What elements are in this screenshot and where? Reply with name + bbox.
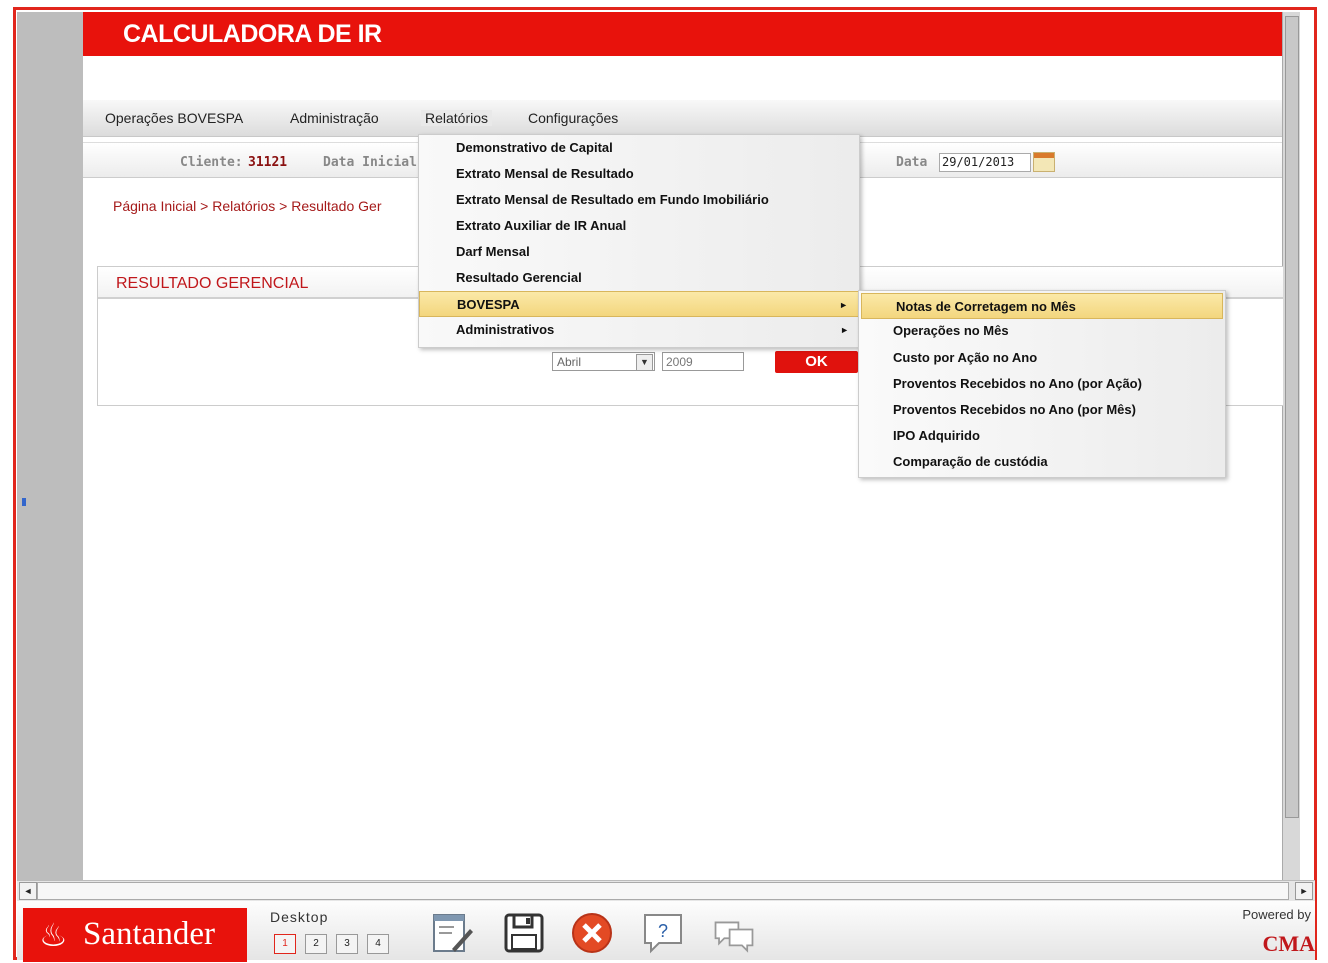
month-value: Abril bbox=[557, 355, 582, 369]
menu-administracao[interactable]: Administração bbox=[290, 110, 379, 126]
submenu-item-operacoes-mes[interactable]: Operações no Mês bbox=[859, 318, 1225, 344]
desktop-2-button[interactable]: 2 bbox=[305, 934, 327, 954]
relatorios-dropdown: Demonstrativo de Capital Extrato Mensal … bbox=[418, 134, 860, 348]
menu-relatorios[interactable]: Relatórios bbox=[421, 110, 493, 126]
app-title: CALCULADORA DE IR bbox=[123, 20, 382, 48]
menu-item-darf-mensal[interactable]: Darf Mensal bbox=[419, 239, 859, 265]
cma-logo: CMA bbox=[1262, 931, 1315, 956]
submenu-item-comparacao-custodia[interactable]: Comparação de custódia bbox=[859, 449, 1225, 475]
vertical-scrollbar[interactable] bbox=[1282, 12, 1301, 880]
ok-button[interactable]: OK bbox=[775, 351, 858, 373]
powered-by-label: Powered by bbox=[1242, 907, 1311, 922]
chat-icon[interactable] bbox=[712, 911, 756, 955]
desktop-4-button[interactable]: 4 bbox=[367, 934, 389, 954]
app-header: CALCULADORA DE IR bbox=[83, 12, 1282, 56]
menu-operacoes-bovespa[interactable]: Operações BOVESPA bbox=[105, 110, 243, 126]
main-menu: Operações BOVESPA Administração Relatóri… bbox=[83, 100, 1282, 137]
flame-icon: ♨ bbox=[39, 917, 68, 953]
chevron-right-icon: ► bbox=[840, 325, 849, 335]
date-field[interactable]: 29/01/2013 bbox=[939, 153, 1031, 172]
desktop-label: Desktop bbox=[270, 909, 329, 925]
client-label: Cliente: bbox=[180, 155, 243, 170]
scroll-left-icon[interactable]: ◄ bbox=[19, 882, 37, 900]
panel-title: RESULTADO GERENCIAL bbox=[116, 275, 309, 292]
menu-item-resultado-gerencial[interactable]: Resultado Gerencial bbox=[419, 265, 859, 291]
menu-item-administrativos[interactable]: Administrativos ► bbox=[419, 317, 859, 343]
brand-name: Santander bbox=[83, 916, 215, 952]
breadcrumb[interactable]: Página Inicial > Relatórios > Resultado … bbox=[113, 198, 381, 214]
menu-item-administrativos-label: Administrativos bbox=[456, 322, 555, 337]
right-margin bbox=[1300, 12, 1314, 880]
scroll-right-icon[interactable]: ► bbox=[1295, 882, 1313, 900]
desktop-3-button[interactable]: 3 bbox=[336, 934, 358, 954]
submenu-item-custo-acao[interactable]: Custo por Ação no Ano bbox=[859, 345, 1225, 371]
help-icon[interactable]: ? bbox=[641, 911, 685, 955]
close-icon[interactable] bbox=[570, 911, 614, 955]
client-value: 31121 bbox=[248, 155, 288, 170]
month-select[interactable]: Abril ▼ bbox=[552, 352, 655, 371]
submenu-item-notas-corretagem[interactable]: Notas de Corretagem no Mês bbox=[861, 293, 1223, 319]
santander-logo: ♨ Santander bbox=[23, 908, 247, 962]
desktop-1-button[interactable]: 1 bbox=[274, 934, 296, 954]
menu-item-extrato-auxiliar-ir[interactable]: Extrato Auxiliar de IR Anual bbox=[419, 213, 859, 239]
submenu-item-proventos-acao[interactable]: Proventos Recebidos no Ano (por Ação) bbox=[859, 371, 1225, 397]
edit-icon[interactable] bbox=[430, 911, 474, 955]
start-date-label: Data Inicial bbox=[323, 155, 417, 170]
menu-item-bovespa-label: BOVESPA bbox=[457, 297, 520, 312]
menu-item-demonstrativo-capital[interactable]: Demonstrativo de Capital bbox=[419, 135, 859, 161]
footer-toolbar: ♨ Santander Desktop 1 2 3 4 ? Powered by… bbox=[17, 901, 1315, 962]
menu-item-extrato-fundo-imobiliario[interactable]: Extrato Mensal de Resultado em Fundo Imo… bbox=[419, 187, 859, 213]
resize-handle[interactable] bbox=[22, 498, 26, 506]
vertical-scroll-thumb[interactable] bbox=[1285, 16, 1299, 818]
save-icon[interactable] bbox=[502, 911, 546, 955]
year-field[interactable]: 2009 bbox=[662, 352, 744, 371]
menu-item-extrato-mensal[interactable]: Extrato Mensal de Resultado bbox=[419, 161, 859, 187]
calendar-icon[interactable] bbox=[1033, 152, 1055, 172]
bovespa-submenu: Notas de Corretagem no Mês Operações no … bbox=[858, 290, 1226, 478]
menu-configuracoes[interactable]: Configurações bbox=[528, 110, 618, 126]
date-label: Data bbox=[896, 155, 928, 170]
menu-item-bovespa[interactable]: BOVESPA ► bbox=[419, 291, 859, 317]
svg-text:?: ? bbox=[658, 921, 668, 941]
submenu-item-ipo-adquirido[interactable]: IPO Adquirido bbox=[859, 423, 1225, 449]
horizontal-scrollbar[interactable]: ◄ ► bbox=[17, 880, 1315, 902]
submenu-item-proventos-mes[interactable]: Proventos Recebidos no Ano (por Mês) bbox=[859, 397, 1225, 423]
horizontal-scroll-thumb[interactable] bbox=[37, 882, 1289, 900]
chevron-down-icon[interactable]: ▼ bbox=[636, 354, 653, 371]
left-margin bbox=[17, 12, 83, 880]
chevron-right-icon: ► bbox=[839, 300, 848, 310]
